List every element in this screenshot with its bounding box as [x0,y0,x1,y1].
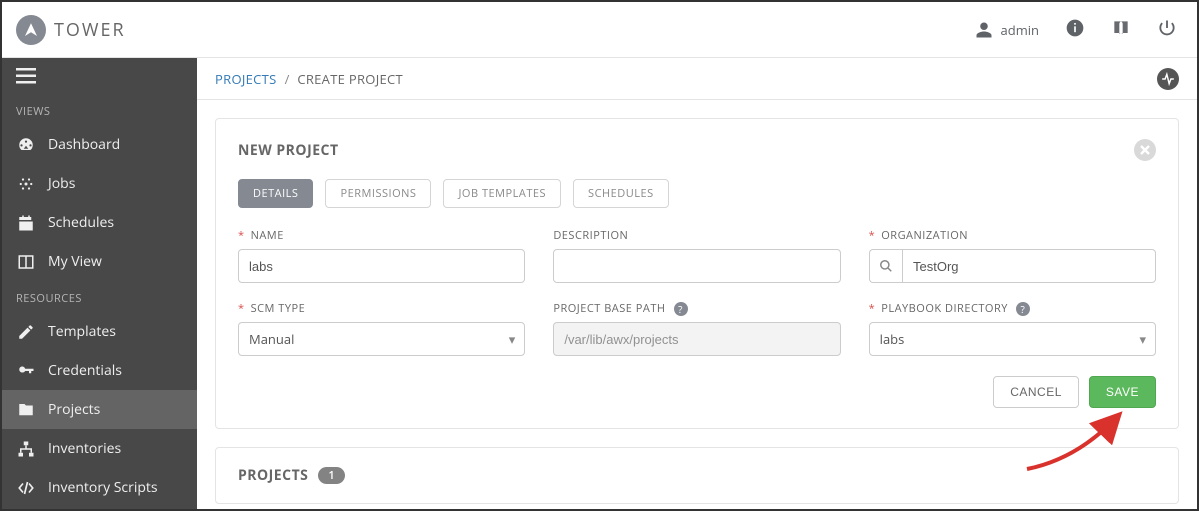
playbook-directory-select[interactable]: labs [869,322,1156,356]
projects-list-title: PROJECTS [238,466,308,485]
organization-input[interactable] [902,249,1156,283]
breadcrumb-root[interactable]: PROJECTS [215,70,277,88]
required-marker: * [238,228,245,243]
sitemap-icon [16,440,36,458]
docs-icon[interactable] [1111,18,1131,42]
sidebar-item-credentials[interactable]: Credentials [2,351,197,390]
hamburger-icon[interactable] [2,58,197,94]
folder-icon [16,401,36,419]
sidebar-item-label: Projects [48,400,100,419]
help-icon[interactable]: ? [674,302,688,316]
scm-type-select[interactable]: Manual [238,322,525,356]
code-icon [16,479,36,497]
brand[interactable]: TOWER [16,15,126,45]
sidebar-item-templates[interactable]: Templates [2,312,197,351]
breadcrumb-sep: / [285,70,290,88]
calendar-icon [16,214,36,232]
dashboard-icon [16,136,36,154]
sidebar-item-inventory-scripts[interactable]: Inventory Scripts [2,468,197,507]
project-base-path-input [553,322,840,356]
columns-icon [16,253,36,271]
sidebar-section-resources: RESOURCES [2,281,197,312]
save-button[interactable]: SAVE [1089,376,1156,408]
info-icon[interactable] [1065,18,1085,42]
cancel-button[interactable]: CANCEL [993,376,1079,408]
sidebar-item-label: Inventory Scripts [48,478,158,497]
sidebar-item-dashboard[interactable]: Dashboard [2,125,197,164]
sidebar-item-label: Dashboard [48,135,120,154]
breadcrumb-current: CREATE PROJECT [297,70,403,88]
projects-count-badge: 1 [318,467,344,484]
required-marker: * [869,301,876,316]
brand-name: TOWER [54,18,126,42]
breadcrumb: PROJECTS / CREATE PROJECT [197,58,1197,100]
user-menu[interactable]: admin [975,21,1039,39]
required-marker: * [869,228,876,243]
required-marker: * [238,301,245,316]
close-icon[interactable] [1134,139,1156,161]
sidebar-item-label: Credentials [48,361,122,380]
name-input[interactable] [238,249,525,283]
help-icon[interactable]: ? [1016,302,1030,316]
field-organization: *ORGANIZATION [869,228,1156,283]
organization-lookup-button[interactable] [869,249,902,283]
projects-list-panel: PROJECTS 1 [215,447,1179,504]
brand-logo-icon [16,15,46,45]
tab-details[interactable]: DETAILS [238,179,313,208]
pencil-icon [16,323,36,341]
tab-schedules[interactable]: SCHEDULES [573,179,669,208]
tabs: DETAILS PERMISSIONS JOB TEMPLATES SCHEDU… [238,179,1156,208]
main-content: PROJECTS / CREATE PROJECT NEW PROJECT DE… [197,58,1197,509]
sidebar-item-schedules[interactable]: Schedules [2,203,197,242]
field-name: *NAME [238,228,525,283]
field-playbook-directory: *PLAYBOOK DIRECTORY? labs ▾ [869,301,1156,356]
user-name: admin [1001,21,1039,39]
panel-title: NEW PROJECT [238,141,339,160]
search-icon [879,259,893,273]
sidebar-item-jobs[interactable]: Jobs [2,164,197,203]
sidebar-item-my-view[interactable]: My View [2,242,197,281]
key-icon [16,362,36,380]
sidebar-item-projects[interactable]: Projects [2,390,197,429]
sidebar-item-inventories[interactable]: Inventories [2,429,197,468]
sidebar-section-views: VIEWS [2,94,197,125]
sidebar-item-label: Templates [48,322,116,341]
field-scm-type: *SCM TYPE Manual ▾ [238,301,525,356]
user-icon [975,21,993,39]
new-project-panel: NEW PROJECT DETAILS PERMISSIONS JOB TEMP… [215,118,1179,429]
field-description: DESCRIPTION [553,228,840,283]
tab-permissions[interactable]: PERMISSIONS [325,179,431,208]
field-project-base-path: PROJECT BASE PATH? [553,301,840,356]
activity-stream-icon[interactable] [1157,68,1179,90]
sidebar-item-label: Inventories [48,439,121,458]
tab-job-templates[interactable]: JOB TEMPLATES [443,179,561,208]
sidebar-item-label: My View [48,252,102,271]
sidebar-item-label: Schedules [48,213,114,232]
jobs-icon [16,175,36,193]
topbar: TOWER admin [2,2,1197,58]
sidebar-item-label: Jobs [48,174,75,193]
power-icon[interactable] [1157,18,1177,42]
description-input[interactable] [553,249,840,283]
sidebar: VIEWS Dashboard Jobs Schedules My View R… [2,58,197,509]
